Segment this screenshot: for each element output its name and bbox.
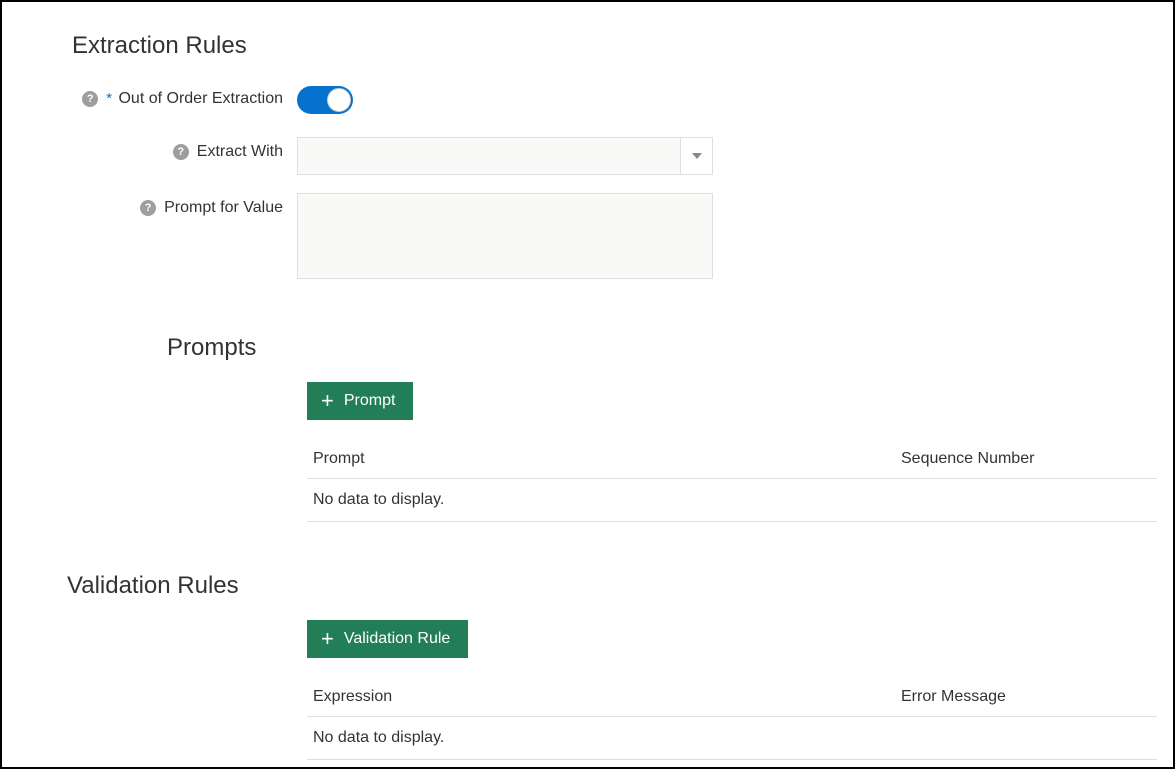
chevron-down-icon: [692, 153, 702, 159]
validation-section: + Validation Rule Expression Error Messa…: [307, 620, 1163, 760]
plus-icon: +: [321, 390, 334, 412]
add-prompt-button[interactable]: + Prompt: [307, 382, 413, 420]
validation-empty-row: No data to display.: [307, 717, 1157, 760]
prompts-table: Prompt Sequence Number No data to displa…: [307, 440, 1157, 522]
validation-table: Expression Error Message No data to disp…: [307, 678, 1157, 760]
help-icon[interactable]: ?: [82, 91, 98, 107]
required-indicator: *: [106, 90, 112, 107]
validation-table-header: Expression Error Message: [307, 678, 1157, 717]
out-of-order-label-col: ? * Out of Order Extraction: [12, 84, 297, 108]
validation-col-expression: Expression: [313, 688, 901, 706]
plus-icon: +: [321, 628, 334, 650]
prompts-col-sequence: Sequence Number: [901, 450, 1151, 468]
out-of-order-row: ? * Out of Order Extraction: [12, 84, 1163, 119]
extract-with-row: ? Extract With: [12, 137, 1163, 175]
form-container: Extraction Rules ? * Out of Order Extrac…: [0, 0, 1175, 769]
toggle-thumb: [327, 88, 351, 112]
prompts-title: Prompts: [167, 334, 1163, 362]
prompt-for-value-textarea[interactable]: [297, 193, 713, 279]
validation-rules-title: Validation Rules: [67, 572, 1163, 600]
prompt-for-value-label-col: ? Prompt for Value: [12, 193, 297, 217]
prompt-for-value-label: Prompt for Value: [164, 199, 283, 217]
extract-with-input[interactable]: [297, 137, 681, 175]
add-validation-label: Validation Rule: [344, 630, 450, 648]
extract-with-label: Extract With: [197, 143, 283, 161]
add-validation-rule-button[interactable]: + Validation Rule: [307, 620, 468, 658]
prompts-table-header: Prompt Sequence Number: [307, 440, 1157, 479]
extract-with-dropdown-button[interactable]: [681, 137, 713, 175]
extract-with-select[interactable]: [297, 137, 713, 175]
out-of-order-label: Out of Order Extraction: [118, 90, 283, 107]
validation-col-error: Error Message: [901, 688, 1151, 706]
prompts-section: + Prompt Prompt Sequence Number No data …: [307, 382, 1163, 522]
prompts-empty-row: No data to display.: [307, 479, 1157, 522]
extract-with-label-col: ? Extract With: [12, 137, 297, 161]
help-icon[interactable]: ?: [173, 144, 189, 160]
help-icon[interactable]: ?: [140, 200, 156, 216]
prompt-for-value-row: ? Prompt for Value: [12, 193, 1163, 284]
add-prompt-label: Prompt: [344, 392, 396, 410]
prompts-col-prompt: Prompt: [313, 450, 901, 468]
out-of-order-toggle[interactable]: [297, 86, 353, 114]
extraction-rules-title: Extraction Rules: [72, 32, 1163, 60]
